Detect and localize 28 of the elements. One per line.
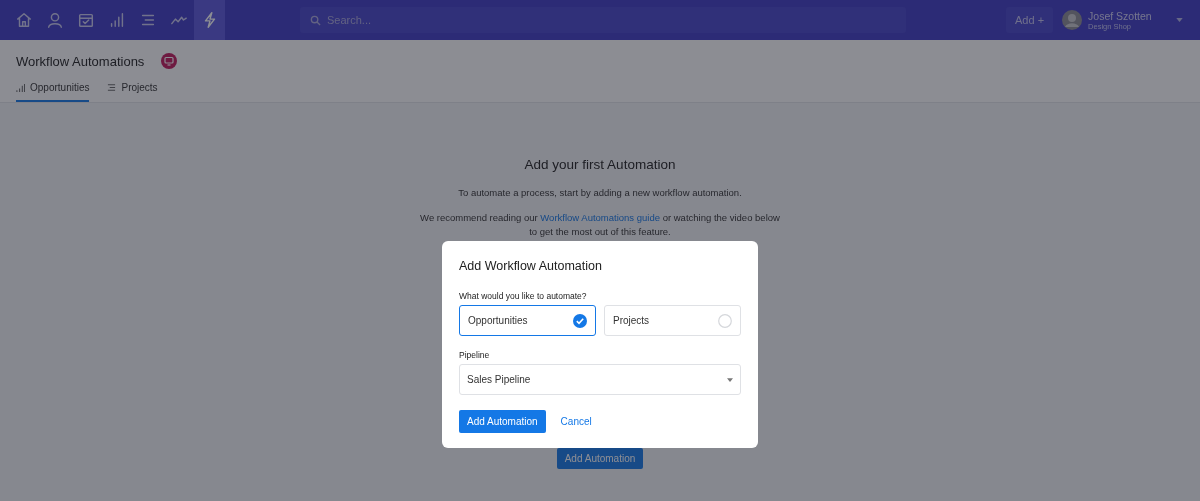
cancel-button[interactable]: Cancel: [560, 416, 592, 427]
add-automation-button[interactable]: Add Automation: [459, 410, 546, 433]
option-card[interactable]: Projects: [604, 305, 741, 336]
dialog-title: Add Workflow Automation: [459, 259, 603, 273]
guide-link[interactable]: Workflow Automations guide: [540, 211, 660, 223]
recommendation-text: We recommend reading our Workflow Automations guide or watching the video below to get the most out of this feature.: [420, 210, 780, 240]
option-card[interactable]: Opportunities: [459, 305, 596, 336]
list-icon: [107, 83, 117, 92]
question-label: What would you like to automate?: [459, 291, 588, 301]
empty-state-heading: Add your first Automation: [524, 157, 676, 172]
pipeline-select[interactable]: Sales Pipeline: [459, 364, 741, 395]
search-icon: [310, 14, 321, 26]
bar-chart-icon: [16, 83, 25, 92]
caret-icon[interactable]: [1175, 18, 1183, 22]
check-icon: [573, 313, 587, 328]
add-automation-button[interactable]: Add Automation: [556, 448, 644, 470]
tab[interactable]: Projects: [107, 75, 158, 102]
pipeline-label: Pipeline: [459, 350, 491, 360]
empty-state-text: To automate a process, start by adding a new workflow automation.: [458, 186, 742, 200]
caret-icon: [727, 377, 733, 382]
tab[interactable]: Opportunities: [16, 75, 90, 102]
avatar[interactable]: [1062, 10, 1083, 30]
radio-icon: [718, 313, 732, 328]
chat-icon[interactable]: [161, 53, 178, 69]
lightning-icon[interactable]: [194, 0, 225, 40]
page-title: Workflow Automations: [16, 53, 145, 69]
user-name: Josef Szotten: [1088, 9, 1152, 22]
add-button[interactable]: Add +: [1006, 7, 1054, 33]
